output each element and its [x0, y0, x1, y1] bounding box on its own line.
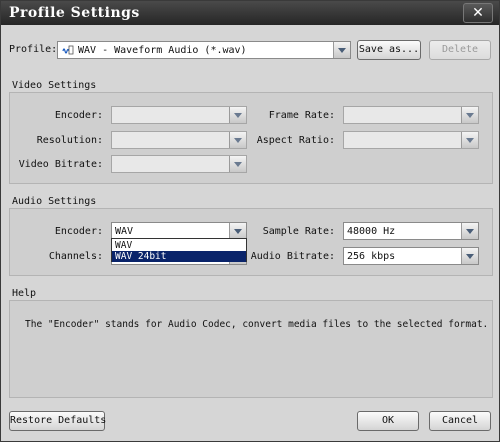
help-text: The "Encoder" stands for Audio Codec, co…: [25, 319, 489, 330]
video-bitrate-select[interactable]: [111, 155, 247, 173]
close-icon: ✕: [472, 5, 484, 21]
sample-rate-value: 48000 Hz: [347, 226, 396, 237]
help-title: Help: [12, 288, 37, 299]
save-as-button[interactable]: Save as...: [357, 40, 421, 60]
resolution-label: Resolution:: [36, 135, 103, 146]
sample-rate-select[interactable]: 48000 Hz: [343, 222, 479, 240]
frame-rate-label: Frame Rate:: [268, 110, 335, 121]
chevron-down-icon[interactable]: [229, 132, 246, 148]
chevron-down-icon[interactable]: [229, 156, 246, 172]
audio-settings-title: Audio Settings: [12, 196, 97, 207]
video-settings-title: Video Settings: [12, 80, 97, 91]
chevron-down-icon[interactable]: [229, 107, 246, 123]
title-bar[interactable]: Profile Settings ✕: [1, 1, 499, 25]
restore-defaults-button[interactable]: Restore Defaults: [9, 411, 106, 431]
profile-select[interactable]: WAV - Waveform Audio (*.wav): [57, 41, 351, 59]
encoder-option-wav[interactable]: WAV: [112, 240, 246, 251]
chevron-down-icon[interactable]: [461, 223, 478, 239]
audio-bitrate-value: 256 kbps: [347, 251, 396, 262]
audio-encoder-label: Encoder:: [54, 226, 103, 237]
encoder-option-wav-24bit[interactable]: WAV 24bit: [112, 251, 246, 262]
chevron-down-icon[interactable]: [461, 248, 478, 264]
cancel-button[interactable]: Cancel: [429, 411, 491, 431]
audio-encoder-dropdown: WAV WAV 24bit: [111, 238, 247, 262]
help-panel: [9, 300, 493, 398]
chevron-down-icon[interactable]: [461, 132, 478, 148]
sample-rate-label: Sample Rate:: [262, 226, 335, 237]
profile-value: WAV - Waveform Audio (*.wav): [78, 45, 247, 56]
profile-settings-dialog: Profile Settings ✕ Profile: WAV - Wavefo…: [0, 0, 500, 442]
aspect-ratio-select[interactable]: [343, 131, 479, 149]
chevron-down-icon[interactable]: [229, 223, 246, 239]
delete-button[interactable]: Delete: [429, 40, 491, 60]
frame-rate-select[interactable]: [343, 106, 479, 124]
channels-label: Channels:: [48, 251, 103, 262]
wav-file-icon: [62, 45, 74, 55]
aspect-ratio-label: Aspect Ratio:: [256, 135, 335, 146]
ok-button[interactable]: OK: [357, 411, 419, 431]
audio-bitrate-label: Audio Bitrate:: [250, 251, 335, 262]
profile-label: Profile:: [9, 44, 58, 55]
chevron-down-icon[interactable]: [333, 42, 350, 58]
resolution-select[interactable]: [111, 131, 247, 149]
audio-bitrate-select[interactable]: 256 kbps: [343, 247, 479, 265]
chevron-down-icon[interactable]: [461, 107, 478, 123]
video-bitrate-label: Video Bitrate:: [18, 159, 103, 170]
window-title: Profile Settings: [9, 5, 140, 21]
video-encoder-label: Encoder:: [54, 110, 103, 121]
close-button[interactable]: ✕: [463, 3, 493, 23]
video-encoder-select[interactable]: [111, 106, 247, 124]
audio-settings-panel: [9, 208, 493, 276]
audio-encoder-value: WAV: [115, 226, 134, 237]
